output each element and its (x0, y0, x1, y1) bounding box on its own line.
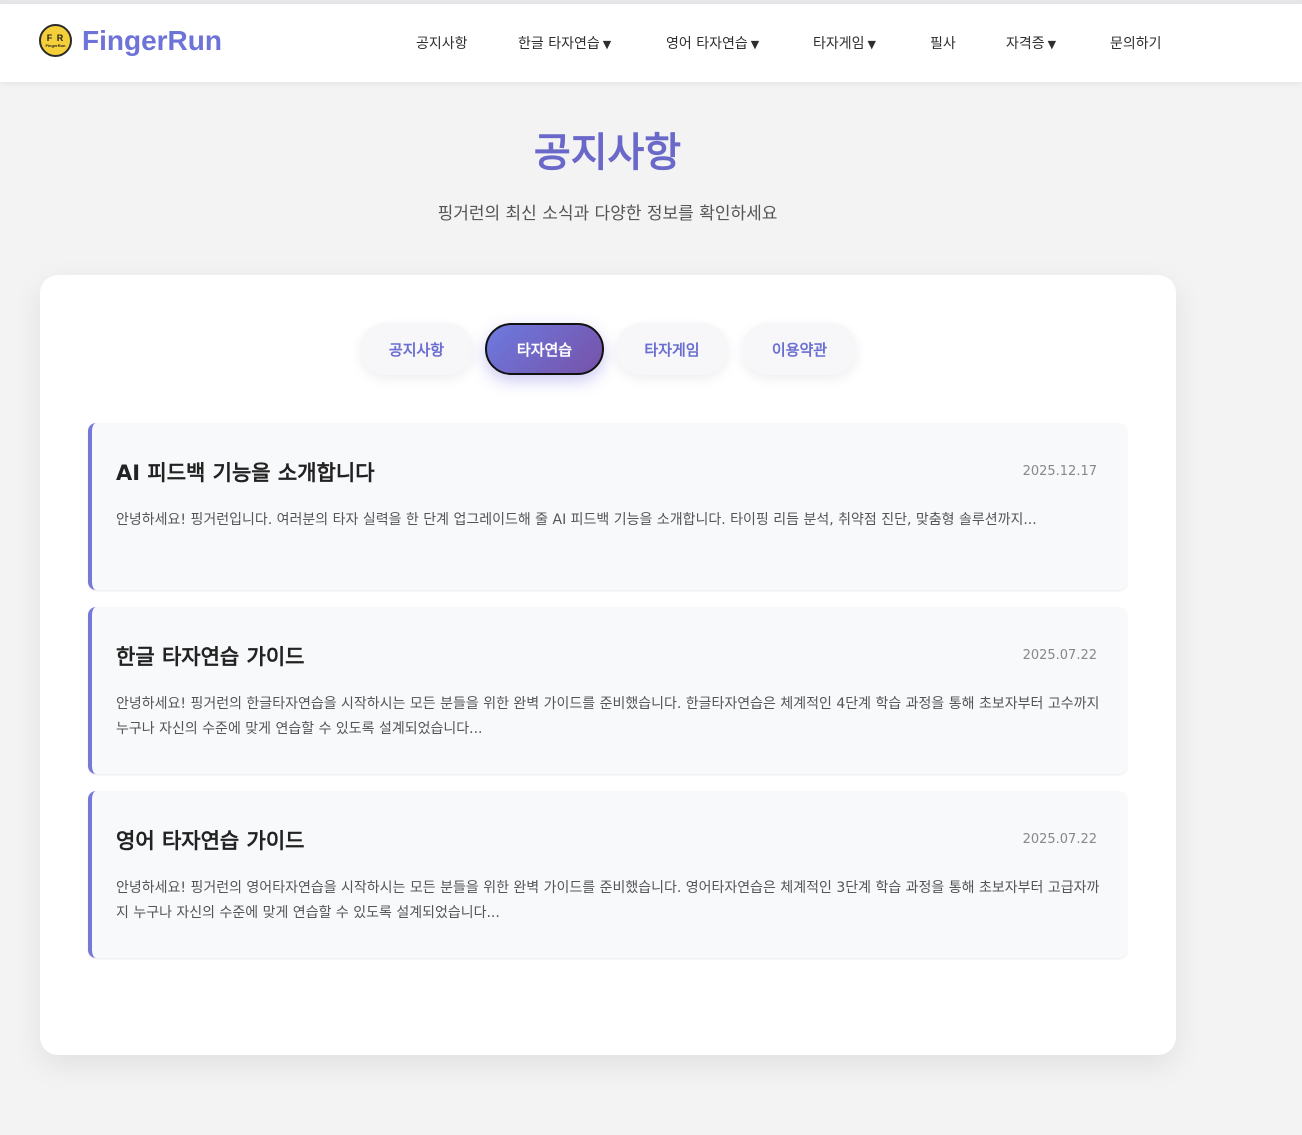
post-excerpt: 안녕하세요! 핑거런의 영어타자연습을 시작하시는 모든 분들을 위한 완벽 가… (116, 880, 1100, 921)
nav-item-label: 타자게임 (813, 36, 865, 52)
page-title: 공지사항 (533, 130, 682, 176)
nav-item-label: 필사 (930, 36, 956, 52)
post-item[interactable]: 한글 타자연습 가이드 2025.07.22 안녕하세요! 핑거런의 한글타자연… (88, 607, 1127, 774)
chevron-down-icon: ▼ (602, 38, 612, 51)
nav-item-label: 공지사항 (416, 36, 468, 52)
post-date: 2025.07.22 (1022, 832, 1097, 847)
nav-item-label: 자격증 (1006, 36, 1045, 52)
site-header: F R FingerRun FingerRun 공지사항 한글 타자연습 ▼ 영어… (0, 4, 1302, 82)
post-title: 한글 타자연습 가이드 (116, 645, 305, 669)
tab-label: 공지사항 (388, 340, 445, 359)
main-nav: 공지사항 한글 타자연습 ▼ 영어 타자연습 ▼ 타자게임 ▼ 필사 자격증 ▼ 문의하… (0, 4, 1302, 82)
notice-card: 공지사항 타자연습 타자게임 이용약관 AI 피드백 기능을 소개합니다 202… (40, 275, 1176, 1055)
post-date: 2025.07.22 (1022, 648, 1097, 663)
nav-item-korean-typing[interactable]: 한글 타자연습 ▼ (518, 33, 611, 53)
nav-item-transcription[interactable]: 필사 (930, 33, 956, 53)
post-date: 2025.12.17 (1022, 464, 1097, 479)
nav-item-label: 한글 타자연습 (518, 36, 600, 52)
chevron-down-icon: ▼ (1047, 38, 1057, 51)
nav-item-label: 문의하기 (1110, 36, 1162, 52)
nav-item-english-typing[interactable]: 영어 타자연습 ▼ (666, 33, 759, 53)
nav-item-typing-game[interactable]: 타자게임 ▼ (813, 33, 876, 53)
nav-item-label: 영어 타자연습 (666, 36, 748, 52)
post-item[interactable]: AI 피드백 기능을 소개합니다 2025.12.17 안녕하세요! 핑거런입니… (88, 423, 1127, 590)
tab-label: 이용약관 (771, 340, 828, 359)
post-title: AI 피드백 기능을 소개합니다 (116, 461, 375, 485)
post-excerpt: 안녕하세요! 핑거런입니다. 여러분의 타자 실력을 한 단계 업그레이드해 줄… (116, 512, 1037, 528)
post-excerpt: 안녕하세요! 핑거런의 한글타자연습을 시작하시는 모든 분들을 위한 완벽 가… (116, 696, 1100, 737)
nav-item-contact[interactable]: 문의하기 (1110, 33, 1162, 53)
chevron-down-icon: ▼ (867, 38, 876, 51)
nav-item-notice[interactable]: 공지사항 (416, 33, 468, 53)
tab-terms[interactable]: 이용약관 (742, 323, 857, 375)
tab-label: 타자게임 (644, 340, 700, 359)
chevron-down-icon: ▼ (750, 38, 760, 51)
tab-typing-game[interactable]: 타자게임 (616, 323, 728, 375)
nav-item-certificate[interactable]: 자격증 ▼ (1006, 33, 1056, 53)
post-title: 영어 타자연습 가이드 (116, 829, 305, 853)
post-item[interactable]: 영어 타자연습 가이드 2025.07.22 안녕하세요! 핑거런의 영어타자연… (88, 791, 1127, 958)
tab-label: 타자연습 (516, 340, 573, 359)
page-subtitle: 핑거런의 최신 소식과 다양한 정보를 확인하세요 (437, 204, 778, 224)
tab-notice[interactable]: 공지사항 (360, 323, 473, 375)
tab-typing-practice[interactable]: 타자연습 (485, 323, 604, 375)
